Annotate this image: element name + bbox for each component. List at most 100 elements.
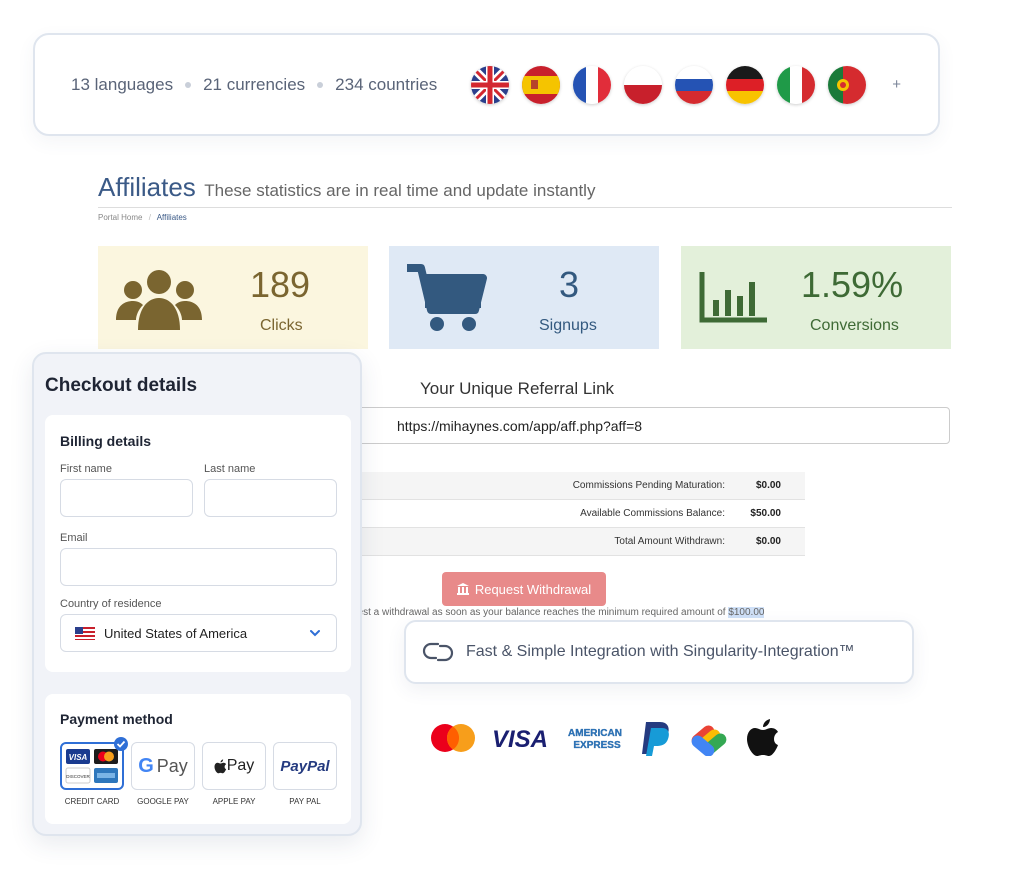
- apple-small-icon: [214, 758, 226, 773]
- integration-banner: Fast & Simple Integration with Singulari…: [404, 620, 914, 684]
- apple-pay-text: Pay: [226, 757, 255, 774]
- withdraw-label: Request Withdrawal: [474, 581, 592, 597]
- currencies-count: 21 currencies: [203, 74, 306, 94]
- link-icon: [422, 642, 454, 662]
- commission-value: $0.00: [755, 536, 781, 547]
- clicks-label: Clicks: [260, 317, 303, 334]
- first-name-label: First name: [60, 463, 112, 475]
- paypal-option[interactable]: PayPal: [273, 742, 337, 790]
- commissions-table: Commissions Pending Maturation: $0.00 Av…: [352, 472, 805, 556]
- apple-pay-option[interactable]: Pay: [202, 742, 266, 790]
- amex-wordmark-top: AMERICAN: [568, 728, 622, 739]
- germany-flag-icon[interactable]: [726, 65, 765, 104]
- referral-link-field[interactable]: https://mihaynes.com/app/aff.php?aff=8: [352, 407, 950, 444]
- withdraw-note-text: uest a withdrawal as soon as your balanc…: [352, 607, 729, 618]
- paypal-label: PAY PAL: [289, 797, 321, 806]
- google-pay-icon: [691, 725, 727, 756]
- first-name-field[interactable]: [60, 479, 193, 517]
- separator-dot: [317, 81, 324, 88]
- chevron-down-icon: [310, 630, 320, 637]
- commission-value: $0.00: [755, 480, 781, 491]
- commission-label: Total Amount Withdrawn:: [614, 536, 725, 547]
- commission-label: Available Commissions Balance:: [580, 508, 725, 519]
- commission-value: $50.00: [750, 508, 781, 519]
- conversions-label: Conversions: [810, 317, 899, 334]
- spain-flag-icon[interactable]: [522, 65, 561, 104]
- signups-card: 3 Signups: [389, 246, 659, 349]
- visa-wordmark: VISA: [492, 726, 548, 750]
- france-flag-icon[interactable]: [573, 65, 612, 104]
- stage: 13 languages 21 currencies 234 countries: [0, 0, 1024, 874]
- referral-link-label: Your Unique Referral Link: [420, 379, 615, 398]
- breadcrumb-separator: /: [148, 213, 151, 222]
- breadcrumb-current: Affiliates: [156, 213, 187, 222]
- bank-icon: [456, 583, 469, 595]
- email-label: Email: [60, 532, 88, 544]
- affiliates-header: Affiliates These statistics are in real …: [98, 172, 952, 208]
- apple-pay-label: APPLE PAY: [212, 797, 256, 806]
- clicks-value: 189: [250, 264, 311, 305]
- mastercard-icon: [431, 724, 475, 752]
- checkout-title: Checkout details: [45, 375, 198, 396]
- users-icon: [116, 270, 202, 330]
- selected-check-icon: [114, 737, 128, 751]
- flag-list: [471, 65, 867, 104]
- credit-card-label: CREDIT CARD: [64, 797, 120, 806]
- card-visa-label: VISA: [69, 753, 88, 762]
- country-value: United States of America: [104, 625, 248, 641]
- amex-wordmark-bottom: EXPRESS: [573, 740, 621, 751]
- table-row: Total Amount Withdrawn: $0.00: [352, 528, 805, 556]
- signups-label: Signups: [539, 317, 597, 334]
- country-select[interactable]: United States of America: [60, 614, 337, 652]
- apple-icon: [747, 719, 778, 756]
- email-field[interactable]: [60, 548, 337, 586]
- more-languages-button[interactable]: +: [892, 76, 901, 93]
- table-row: Commissions Pending Maturation: $0.00: [352, 472, 805, 500]
- google-pay-option[interactable]: G Pay: [131, 742, 195, 790]
- languages-bar: 13 languages 21 currencies 234 countries: [33, 33, 940, 136]
- payment-logos: VISA AMERICAN EXPRESS: [430, 718, 780, 758]
- cart-icon: [407, 264, 487, 331]
- credit-card-option[interactable]: VISA DISCOVER: [60, 737, 128, 790]
- payment-title: Payment method: [60, 711, 173, 727]
- google-pay-text: Pay: [156, 755, 188, 776]
- payment-method-card: Payment method VISA DISCOVER G Pay Pay P…: [45, 694, 351, 824]
- commission-label: Commissions Pending Maturation:: [572, 480, 725, 491]
- us-flag-icon: [75, 626, 95, 640]
- integration-text: Fast & Simple Integration with Singulari…: [466, 643, 855, 660]
- withdraw-minimum: $100.00: [728, 607, 765, 618]
- amex-icon: AMERICANEXPRESS: [566, 725, 624, 751]
- clicks-card: 189 Clicks: [98, 246, 368, 349]
- uk-flag-icon[interactable]: [471, 65, 510, 104]
- page-title: Affiliates: [98, 172, 196, 202]
- billing-title: Billing details: [60, 433, 152, 449]
- request-withdrawal-button[interactable]: Request Withdrawal: [442, 572, 606, 606]
- card-discover-label: DISCOVER: [66, 774, 90, 779]
- checkout-panel: Checkout details Billing details First n…: [32, 352, 362, 836]
- credit-cards-icon: VISA DISCOVER: [65, 749, 118, 784]
- bar-chart-icon: [699, 272, 767, 323]
- page-subtitle: These statistics are in real time and up…: [204, 181, 596, 200]
- table-row: Available Commissions Balance: $50.00: [352, 500, 805, 528]
- portugal-flag-icon[interactable]: [828, 65, 867, 104]
- last-name-label: Last name: [204, 463, 256, 475]
- conversions-card: 1.59% Conversions: [681, 246, 951, 349]
- withdraw-note: uest a withdrawal as soon as your balanc…: [352, 607, 765, 618]
- italy-flag-icon[interactable]: [777, 65, 816, 104]
- breadcrumb: Portal Home / Affiliates: [98, 213, 187, 222]
- paypal-icon: [642, 722, 669, 756]
- country-label: Country of residence: [60, 598, 162, 610]
- poland-flag-icon[interactable]: [624, 65, 663, 104]
- breadcrumb-home[interactable]: Portal Home: [98, 213, 142, 222]
- russia-flag-icon[interactable]: [675, 65, 714, 104]
- billing-details-card: Billing details First name Last name Ema…: [45, 415, 351, 672]
- last-name-field[interactable]: [204, 479, 337, 517]
- separator-dot: [185, 81, 192, 88]
- google-g-icon: G: [138, 754, 154, 777]
- signups-value: 3: [559, 264, 580, 305]
- conversions-value: 1.59%: [801, 264, 904, 305]
- visa-icon: VISA: [492, 726, 548, 750]
- languages-count: 13 languages: [71, 74, 174, 94]
- countries-count: 234 countries: [335, 74, 438, 94]
- google-pay-label: GOOGLE PAY: [137, 797, 189, 806]
